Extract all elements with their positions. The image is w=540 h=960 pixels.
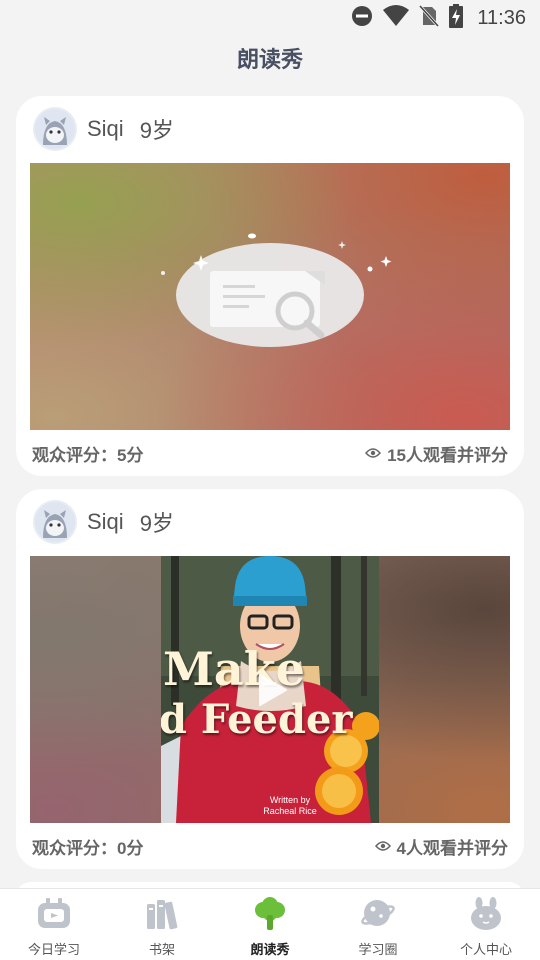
user-name[interactable]: Siqi (87, 509, 124, 535)
post-card[interactable]: Siqi 9岁 Make d Feeder Written by Racheal… (16, 489, 524, 869)
play-icon[interactable] (258, 673, 288, 707)
avatar[interactable] (33, 500, 77, 544)
tab-label: 个人中心 (459, 942, 512, 957)
view-count-label: 15人观看并评分 (387, 445, 508, 465)
tab-label: 书架 (148, 942, 175, 957)
status-bar: 11:36 (0, 0, 540, 36)
tv-icon (34, 896, 74, 932)
user-name[interactable]: Siqi (87, 116, 124, 142)
video-thumbnail[interactable] (30, 163, 510, 430)
eye-icon (374, 841, 391, 851)
user-age: 9岁 (139, 118, 174, 143)
video-thumbnail[interactable]: Make d Feeder Written by Racheal Rice (30, 556, 510, 823)
post-header[interactable]: Siqi 9岁 (33, 499, 174, 545)
tab-label: 今日学习 (27, 942, 80, 957)
view-count: 4人观看并评分 (374, 834, 508, 859)
eye-icon (365, 448, 382, 458)
bunny-icon (466, 896, 506, 932)
do-not-disturb-icon (351, 5, 373, 32)
tab-label: 朗读秀 (250, 942, 290, 957)
tab-profile[interactable]: 个人中心 (432, 889, 540, 960)
book-cover-image: Make d Feeder Written by Racheal Rice (161, 556, 379, 823)
post-footer: 观众评分：0分 4人观看并评分 (32, 834, 508, 859)
tab-study-circle[interactable]: 学习圈 (324, 889, 432, 960)
cover-credit: Written by Racheal Rice (245, 795, 335, 817)
status-time: 11:36 (477, 6, 526, 29)
tab-today-study[interactable]: 今日学习 (0, 889, 108, 960)
cover-credit-line: Racheal Rice (263, 806, 317, 816)
tab-label: 学习圈 (358, 942, 398, 957)
empty-content-illustration (161, 233, 392, 347)
page-title: 朗读秀 (236, 47, 303, 72)
view-count-label: 4人观看并评分 (396, 838, 508, 858)
cover-title-line: d Feeder (161, 696, 353, 743)
wifi-icon (383, 4, 410, 32)
no-sim-icon (419, 4, 440, 32)
post-header[interactable]: Siqi 9岁 (33, 106, 174, 152)
post-card[interactable]: Siqi 9岁 观众评分：5分 15人观看并评分 (16, 96, 524, 476)
avatar[interactable] (33, 107, 77, 151)
audience-rating: 观众评分：0分 (32, 838, 144, 858)
tree-icon (250, 896, 290, 932)
user-age: 9岁 (139, 511, 174, 536)
cover-credit-line: Written by (269, 795, 311, 805)
battery-charging-icon (449, 3, 464, 33)
audience-rating: 观众评分：5分 (32, 445, 144, 465)
planet-icon (358, 896, 398, 932)
post-footer: 观众评分：5分 15人观看并评分 (32, 441, 508, 466)
tab-reading-show[interactable]: 朗读秀 (216, 889, 324, 960)
tab-bookshelf[interactable]: 书架 (108, 889, 216, 960)
books-icon (142, 896, 182, 932)
bottom-tab-bar: 今日学习 书架 朗读秀 学习圈 个人中心 (0, 888, 540, 960)
view-count: 15人观看并评分 (365, 441, 508, 466)
post-feed[interactable]: Siqi 9岁 观众评分：5分 15人观看并评分 Siqi 9岁 Make d … (16, 96, 524, 882)
